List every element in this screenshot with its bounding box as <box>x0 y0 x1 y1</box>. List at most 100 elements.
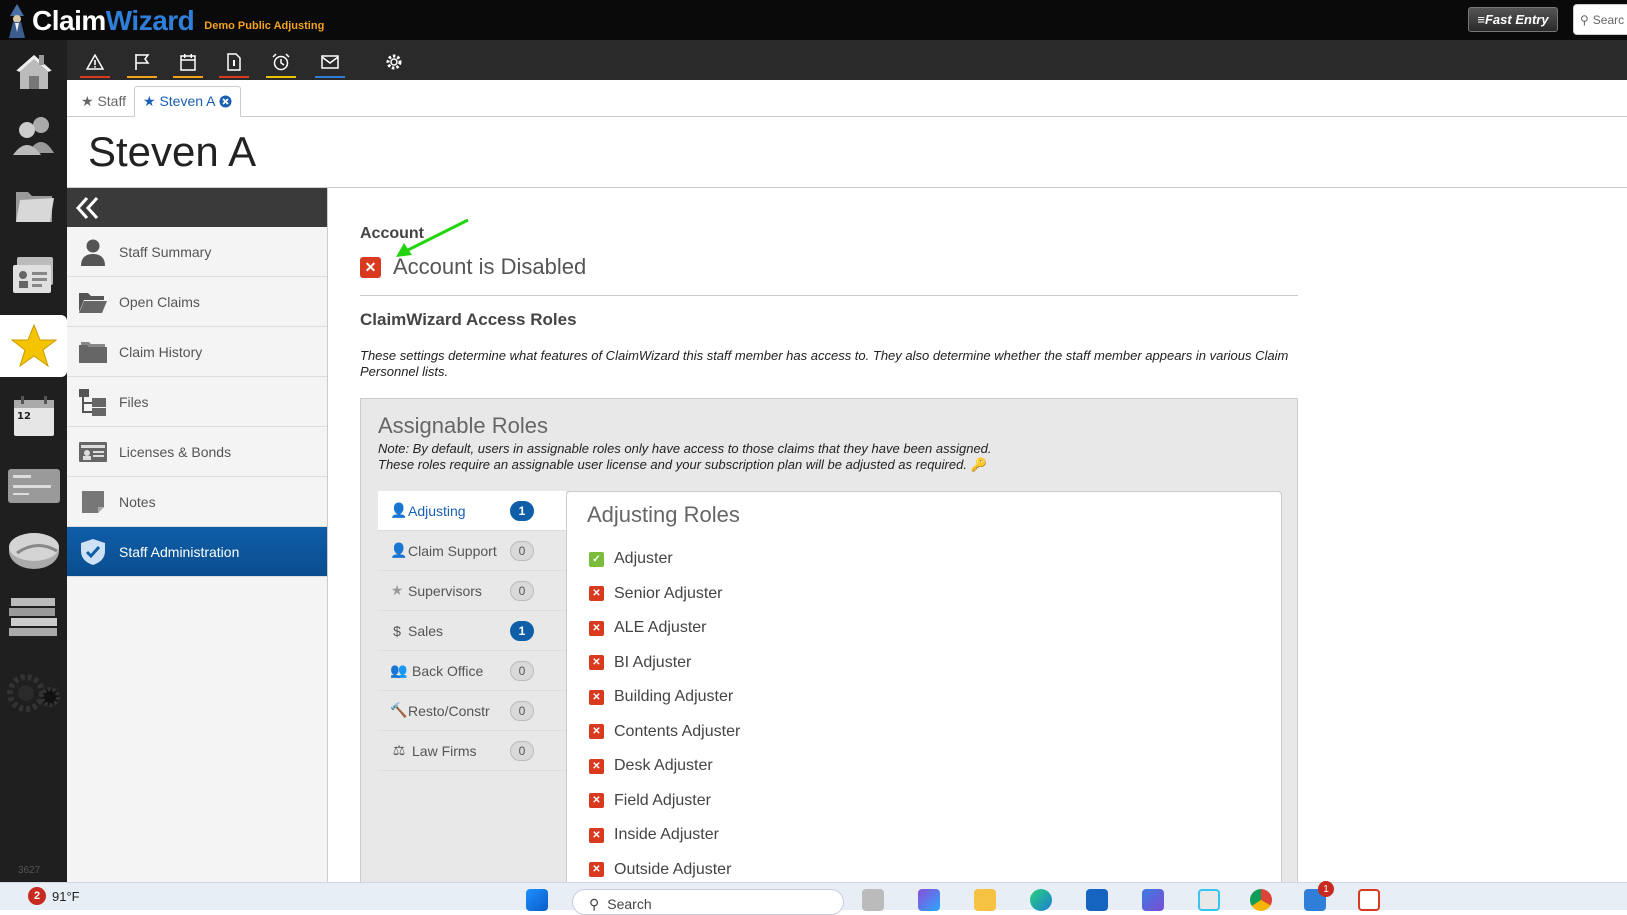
person-icon: 👤 <box>390 542 408 558</box>
account-heading: Account <box>360 225 424 242</box>
weather-widget[interactable]: 2 91°F <box>28 887 80 905</box>
search-placeholder: Searc <box>1592 12 1625 27</box>
dollar-icon: $ <box>393 622 401 639</box>
books-icon[interactable] <box>0 585 67 647</box>
notification-badge: 1 <box>1318 881 1334 897</box>
menu-item-open-claims[interactable]: Open Claims <box>67 277 327 327</box>
search-input[interactable]: ⚲ Searc <box>1573 4 1627 35</box>
alert-icon[interactable] <box>80 46 110 78</box>
menu-item-staff-administration[interactable]: Staff Administration <box>67 527 327 577</box>
role-label: Adjuster <box>614 550 673 568</box>
unchecked-x-icon[interactable]: ✕ <box>589 758 604 774</box>
collapse-menu-button[interactable] <box>67 188 327 227</box>
slack-icon[interactable] <box>1198 889 1220 911</box>
tab-resto-constr[interactable]: 🔨 Resto/Constr 0 <box>378 691 566 731</box>
home-icon[interactable] <box>0 40 67 102</box>
task-view-icon[interactable] <box>862 889 884 911</box>
tab-label: Resto/Constr <box>408 702 490 719</box>
tab-adjusting[interactable]: 👤 Adjusting 1 <box>378 491 566 531</box>
taskbar-search[interactable]: ⚲ Search <box>572 889 844 915</box>
role-desk-adjuster[interactable]: ✕ Desk Adjuster <box>589 749 740 784</box>
tab-sales[interactable]: $ Sales 1 <box>378 611 566 651</box>
folders-icon <box>77 336 109 368</box>
checked-icon[interactable]: ✓ <box>589 551 604 567</box>
brand-name-part1: Claim <box>32 5 106 36</box>
bank-card-icon[interactable] <box>0 455 67 517</box>
tab-supervisors[interactable]: ★ Supervisors 0 <box>378 571 566 611</box>
role-inside-adjuster[interactable]: ✕ Inside Adjuster <box>589 818 740 853</box>
unchecked-x-icon[interactable]: ✕ <box>589 827 604 843</box>
role-field-adjuster[interactable]: ✕ Field Adjuster <box>589 784 740 819</box>
scales-icon: ⚖ <box>392 742 406 758</box>
calendar-icon[interactable]: 12 <box>0 385 67 447</box>
close-tab-icon[interactable] <box>219 95 232 108</box>
flag-icon[interactable] <box>127 46 157 78</box>
logo[interactable]: Claim Wizard Demo Public Adjusting <box>4 2 324 38</box>
note-icon <box>77 486 109 518</box>
menu-item-staff-summary[interactable]: Staff Summary <box>67 227 327 277</box>
unchecked-x-icon[interactable]: ✕ <box>589 689 604 705</box>
file-explorer-icon[interactable] <box>974 889 996 911</box>
menu-item-files[interactable]: Files <box>67 377 327 427</box>
mail-icon[interactable] <box>315 46 345 78</box>
account-disabled-x-icon[interactable]: ✕ <box>360 256 381 278</box>
menu-item-label: Files <box>119 393 149 410</box>
license-note-text: These roles require an assignable user l… <box>378 457 967 472</box>
count-badge: 1 <box>510 501 534 521</box>
tab-label: Adjusting <box>408 502 466 519</box>
unchecked-x-icon[interactable]: ✕ <box>589 793 604 809</box>
settings-icon[interactable] <box>379 46 409 78</box>
disk-icon[interactable] <box>0 520 67 582</box>
role-bi-adjuster[interactable]: ✕ BI Adjuster <box>589 646 740 681</box>
contacts-icon[interactable] <box>0 245 67 307</box>
star-icon[interactable] <box>0 315 67 377</box>
tab-back-office[interactable]: 👥 Back Office 0 <box>378 651 566 691</box>
gears-icon[interactable] <box>0 660 67 722</box>
role-adjuster[interactable]: ✓ Adjuster <box>589 542 740 577</box>
role-contents-adjuster[interactable]: ✕ Contents Adjuster <box>589 715 740 750</box>
alarm-icon[interactable] <box>266 46 296 78</box>
menu-item-claim-history[interactable]: Claim History <box>67 327 327 377</box>
folder-icon[interactable] <box>0 175 67 237</box>
document-icon[interactable] <box>219 46 249 78</box>
app-icon[interactable] <box>1142 889 1164 911</box>
role-ale-adjuster[interactable]: ✕ ALE Adjuster <box>589 611 740 646</box>
unchecked-x-icon[interactable]: ✕ <box>589 724 604 740</box>
unchecked-x-icon[interactable]: ✕ <box>589 620 604 636</box>
menu-item-label: Open Claims <box>119 293 200 310</box>
tab-claim-support[interactable]: 👤 Claim Support 0 <box>378 531 566 571</box>
menu-item-notes[interactable]: Notes <box>67 477 327 527</box>
people-icon[interactable] <box>0 104 67 166</box>
menu-item-label: Claim History <box>119 343 203 360</box>
fast-entry-button[interactable]: ≡Fast Entry <box>1468 7 1558 32</box>
chrome-icon[interactable] <box>1250 889 1272 911</box>
store-icon[interactable] <box>1086 889 1108 911</box>
calendar-app-icon[interactable] <box>1358 889 1380 911</box>
tab-steven-a[interactable]: ★ Steven A <box>134 86 242 117</box>
count-badge: 0 <box>510 581 534 601</box>
tab-staff[interactable]: ★ Staff <box>73 86 134 117</box>
role-label: Contents Adjuster <box>614 722 741 740</box>
edge-icon[interactable] <box>1030 889 1052 911</box>
menu-item-label: Licenses & Bonds <box>119 443 232 460</box>
os-taskbar: 2 91°F ⚲ Search 1 <box>0 881 1627 915</box>
unchecked-x-icon[interactable]: ✕ <box>589 655 604 671</box>
top-bar: Claim Wizard Demo Public Adjusting ≡Fast … <box>0 0 1627 40</box>
green-arrow-annotation <box>396 218 469 257</box>
access-roles-description: These settings determine what features o… <box>360 348 1289 379</box>
main-content: Account ✕ Account is Disabled ClaimWizar… <box>360 210 1298 901</box>
adjusting-roles-heading: Adjusting Roles <box>587 502 740 527</box>
role-senior-adjuster[interactable]: ✕ Senior Adjuster <box>589 577 740 612</box>
calendar-icon[interactable] <box>173 46 203 78</box>
menu-item-licenses-bonds[interactable]: Licenses & Bonds <box>67 427 327 477</box>
unchecked-x-icon[interactable]: ✕ <box>589 862 604 878</box>
copilot-icon[interactable] <box>918 889 940 911</box>
role-building-adjuster[interactable]: ✕ Building Adjuster <box>589 680 740 715</box>
windows-start-icon[interactable] <box>526 889 548 911</box>
role-label: Inside Adjuster <box>614 826 719 844</box>
role-category-tabs: 👤 Adjusting 1 👤 Claim Support 0 ★ Superv… <box>378 491 566 771</box>
unchecked-x-icon[interactable]: ✕ <box>589 586 604 602</box>
key-icon[interactable]: 🔑 <box>971 457 987 472</box>
tab-law-firms[interactable]: ⚖ Law Firms 0 <box>378 731 566 771</box>
adjusting-roles-box: Adjusting Roles ✓ Adjuster ✕ Senior Adjust… <box>566 491 1282 901</box>
